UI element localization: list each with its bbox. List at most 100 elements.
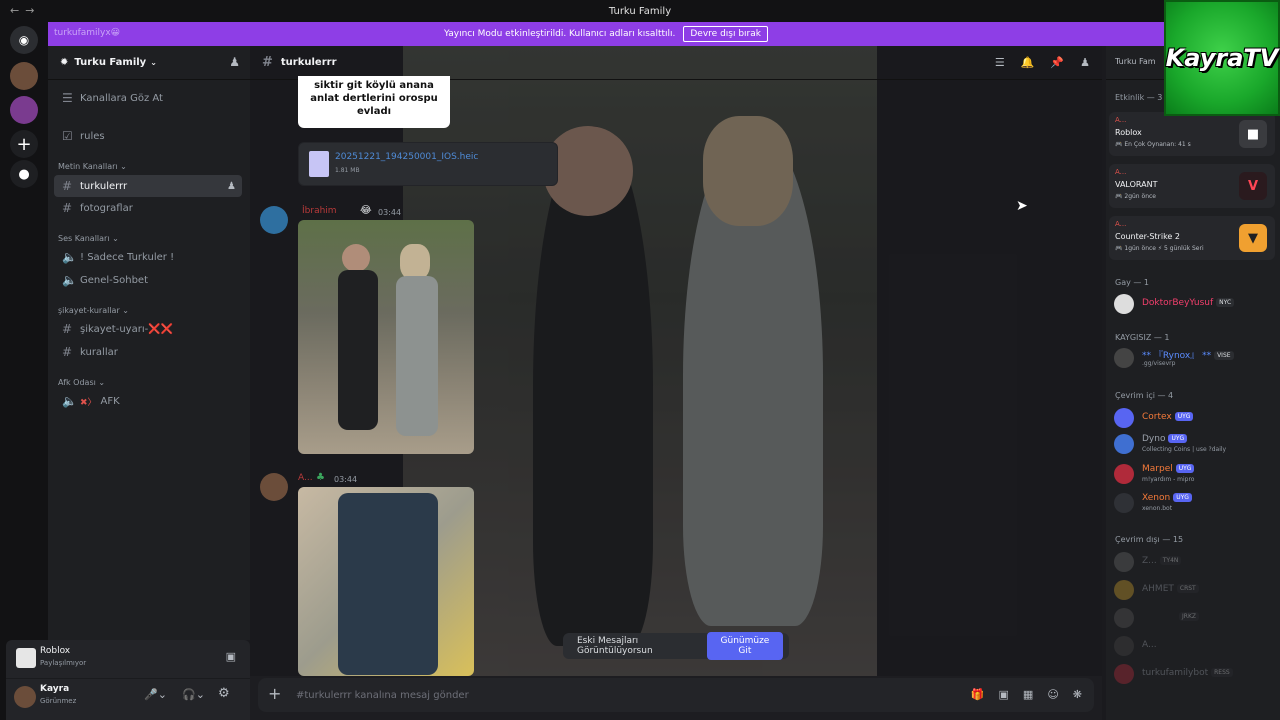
add-server-icon[interactable]: + bbox=[10, 130, 38, 158]
bot-tag: UYG bbox=[1174, 412, 1194, 421]
server-header[interactable]: ✹ Turku Family ⌄ ♟ bbox=[48, 46, 250, 80]
nav-arrows[interactable]: ←→ bbox=[10, 4, 40, 17]
member-item[interactable]: DoktorBeyYusuf NYC bbox=[1112, 292, 1276, 316]
channel-label: şikayet-uyarı-❌❌ bbox=[80, 323, 174, 335]
member-status: xenon.bot bbox=[1142, 505, 1173, 512]
discord-home-icon[interactable]: ◉ bbox=[10, 26, 38, 54]
member-item[interactable]: A... bbox=[1112, 634, 1276, 658]
server-tag: RESS bbox=[1211, 668, 1233, 677]
member-item[interactable]: Marpel UYG m!yardım - mipro bbox=[1112, 462, 1276, 486]
meme-image[interactable]: siktir git köylü anana anlat dertlerini … bbox=[298, 76, 450, 128]
channel-label: fotograflar bbox=[80, 202, 133, 214]
divider bbox=[6, 678, 250, 679]
channel-label: ! Sadece Turkuler ! bbox=[80, 251, 175, 263]
banner-ghost-text: turkufamilyx😀 bbox=[54, 28, 121, 38]
member-item[interactable]: Dyno UYG Collecting Coins | use ?daily bbox=[1112, 432, 1276, 456]
file-size: 1.81 MB bbox=[335, 167, 360, 174]
channel-turkulerrr[interactable]: # turkulerrr ♟ bbox=[54, 175, 242, 197]
channel-rules-label: rules bbox=[80, 130, 105, 142]
category-afk[interactable]: Afk Odası ⌄ bbox=[58, 378, 105, 387]
member-name: Dyno UYG bbox=[1142, 434, 1188, 444]
avatar[interactable] bbox=[14, 686, 36, 708]
gift-icon[interactable]: 🎁 bbox=[971, 688, 985, 701]
valorant-icon: V bbox=[1239, 172, 1267, 200]
channel-fotograflar[interactable]: # fotograflar bbox=[54, 197, 242, 219]
member-item[interactable]: Z... TY4N bbox=[1112, 550, 1276, 574]
category-sikayet[interactable]: şikayet-kurallar ⌄ bbox=[58, 306, 129, 315]
apps-icon[interactable]: ❋ bbox=[1073, 688, 1082, 701]
chevron-down-icon: ⌄ bbox=[150, 58, 157, 67]
members-icon[interactable]: ♟ bbox=[1080, 56, 1090, 69]
avatar bbox=[1114, 464, 1134, 484]
pin-icon[interactable]: 📌 bbox=[1050, 56, 1064, 69]
message-composer[interactable]: + #turkulerrr kanalına mesaj gönder 🎁 ▣ … bbox=[258, 678, 1094, 712]
activity-card[interactable]: A... Counter-Strike 2 🎮 1gün önce ⚡ 5 gü… bbox=[1109, 216, 1275, 260]
photo-attachment[interactable] bbox=[298, 487, 474, 676]
threads-icon[interactable]: ☰ bbox=[995, 56, 1005, 69]
microphone-icon[interactable]: 🎤⌄ bbox=[144, 688, 167, 701]
member-name: Cortex UYG bbox=[1142, 412, 1194, 422]
member-item[interactable]: turkufamilybot RESS bbox=[1112, 662, 1276, 686]
member-item[interactable]: Cortex UYG bbox=[1112, 406, 1276, 430]
avatar[interactable] bbox=[260, 473, 288, 501]
roblox-icon: ■ bbox=[1239, 120, 1267, 148]
photo-head-man bbox=[342, 244, 370, 272]
avatar[interactable] bbox=[260, 206, 288, 234]
jump-to-present-button[interactable]: Günümüze Git bbox=[706, 632, 783, 660]
member-item[interactable]: JRKZ bbox=[1112, 606, 1276, 630]
composer-placeholder[interactable]: #turkulerrr kanalına mesaj gönder bbox=[296, 690, 469, 701]
category-label: Ses Kanalları bbox=[58, 234, 110, 243]
invite-icon[interactable]: ♟ bbox=[229, 55, 240, 69]
avatar bbox=[1114, 434, 1134, 454]
channel-genel-sohbet[interactable]: 🔈 Genel-Sohbet bbox=[54, 269, 242, 291]
explore-icon[interactable]: ● bbox=[10, 160, 38, 188]
notifications-icon[interactable]: 🔔 bbox=[1021, 56, 1035, 69]
invite-icon[interactable]: ♟ bbox=[227, 181, 236, 192]
member-name-text: Z... bbox=[1142, 556, 1157, 566]
photo-bunny-mask bbox=[400, 244, 430, 280]
category-voice[interactable]: Ses Kanalları ⌄ bbox=[58, 234, 119, 243]
add-attachment-icon[interactable]: + bbox=[268, 684, 281, 703]
streamer-mode-banner: turkufamilyx😀 Yayıncı Modu etkinleştiril… bbox=[48, 22, 1164, 46]
channel-rules[interactable]: ☑ rules bbox=[54, 125, 242, 147]
avatar bbox=[1114, 636, 1134, 656]
cs2-icon: ▼ bbox=[1239, 224, 1267, 252]
file-name[interactable]: 20251221_194250001_IOS.heic bbox=[335, 152, 478, 162]
photo-attachment[interactable] bbox=[298, 220, 474, 454]
member-item[interactable]: Xenon UYG xenon.bot bbox=[1112, 491, 1276, 515]
headphones-icon[interactable]: 🎧⌄ bbox=[182, 688, 205, 701]
server-avatar-1[interactable] bbox=[10, 62, 38, 90]
file-attachment[interactable]: 20251221_194250001_IOS.heic 1.81 MB bbox=[298, 142, 558, 186]
channel-afk[interactable]: 🔈 ✖〉 AFK bbox=[54, 390, 242, 412]
member-item[interactable]: AHMET CRST bbox=[1112, 578, 1276, 602]
user-panel: Roblox Paylaşılmıyor ▣ Kayra Görünmez 🎤⌄… bbox=[6, 640, 250, 720]
hash-icon: # bbox=[62, 345, 73, 359]
message-author[interactable]: A... bbox=[298, 473, 313, 483]
server-avatar-turku[interactable] bbox=[10, 96, 38, 124]
activity-game: Counter-Strike 2 bbox=[1115, 232, 1180, 241]
member-name-text: AHMET bbox=[1142, 584, 1174, 594]
activity-card[interactable]: A... VALORANT 🎮 2gün önce V bbox=[1109, 164, 1275, 208]
banner-message: Yayıncı Modu etkinleştirildi. Kullanıcı … bbox=[444, 29, 676, 39]
channel-kurallar[interactable]: # kurallar bbox=[54, 341, 242, 363]
message-author[interactable]: İbrahim bbox=[302, 206, 337, 216]
checkbox-icon: ☑ bbox=[62, 129, 73, 143]
channel-sadece-turkuler[interactable]: 🔈 ! Sadece Turkuler ! bbox=[54, 246, 242, 268]
server-tag: VISE bbox=[1214, 351, 1234, 360]
disable-streamer-mode-button[interactable]: Devre dışı bırak bbox=[683, 26, 768, 42]
browse-channels[interactable]: ☰ Kanallara Göz At bbox=[54, 87, 242, 109]
message-time: 03:44 bbox=[378, 208, 402, 217]
member-item[interactable]: ** 『Rynox』 ** VISE .gg/visevrp bbox=[1112, 346, 1276, 370]
member-header-text: Turku Fam bbox=[1115, 57, 1156, 66]
member-name: DoktorBeyYusuf NYC bbox=[1142, 298, 1235, 308]
activity-card[interactable]: A... Roblox 🎮 En Çok Oynanan: 41 s ■ bbox=[1109, 112, 1275, 156]
gif-icon[interactable]: ▣ bbox=[999, 688, 1009, 701]
member-name: A... bbox=[1142, 640, 1157, 650]
emoji-icon[interactable]: ☺ bbox=[1047, 688, 1058, 701]
channel-sikayet-uyari[interactable]: # şikayet-uyarı-❌❌ bbox=[54, 318, 242, 340]
channel-label: kurallar bbox=[80, 346, 118, 358]
category-text[interactable]: Metin Kanalları ⌄ bbox=[58, 162, 127, 171]
settings-gear-icon[interactable]: ⚙ bbox=[218, 686, 230, 701]
screen-share-icon[interactable]: ▣ bbox=[226, 650, 236, 663]
sticker-icon[interactable]: ▦ bbox=[1023, 688, 1033, 701]
